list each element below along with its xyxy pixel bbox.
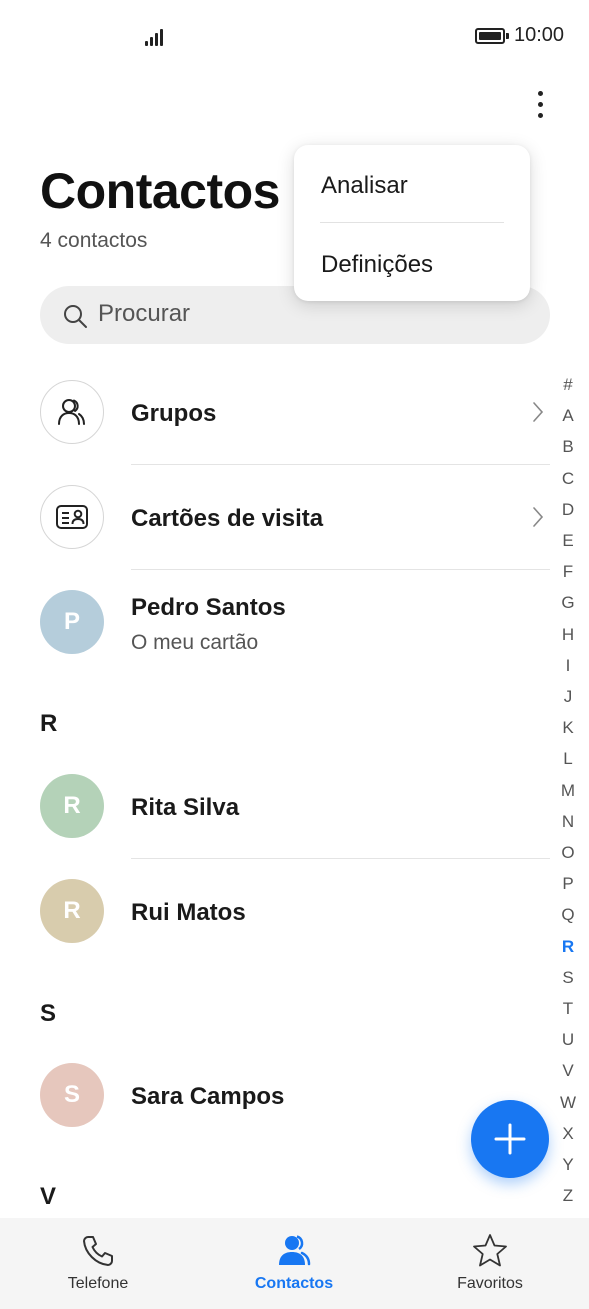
chevron-right-icon: [533, 402, 544, 422]
avatar: S: [40, 1063, 104, 1127]
star-icon: [473, 1234, 507, 1267]
bottom-navigation: Telefone Contactos Favoritos: [0, 1218, 589, 1309]
alphabet-letter[interactable]: N: [556, 812, 580, 832]
phone-icon: [83, 1236, 113, 1266]
section-header: R: [40, 710, 58, 737]
search-icon: [64, 305, 87, 328]
divider: [131, 858, 550, 859]
tab-label: Favoritos: [457, 1275, 523, 1292]
contact-name: Rita Silva: [131, 794, 240, 821]
groups-icon: [40, 380, 104, 444]
alphabet-letter[interactable]: R: [556, 937, 580, 957]
alphabet-letter[interactable]: P: [556, 874, 580, 894]
contact-name: Rui Matos: [131, 899, 246, 926]
alphabet-letter[interactable]: S: [556, 968, 580, 988]
contact-count: 4 contactos: [40, 229, 148, 252]
contact-name: Pedro Santos: [131, 594, 286, 621]
alphabet-letter[interactable]: H: [556, 625, 580, 645]
contact-row[interactable]: S Sara Campos: [0, 1050, 550, 1146]
alphabet-letter[interactable]: T: [556, 999, 580, 1019]
alphabet-letter[interactable]: U: [556, 1030, 580, 1050]
alphabet-letter[interactable]: A: [556, 406, 580, 426]
alphabet-letter[interactable]: L: [556, 749, 580, 769]
alphabet-letter[interactable]: B: [556, 437, 580, 457]
alphabet-letter[interactable]: V: [556, 1061, 580, 1081]
menu-divider: [320, 222, 504, 223]
alphabet-letter[interactable]: G: [556, 593, 580, 613]
business-cards-label: Cartões de visita: [131, 505, 324, 532]
contact-row[interactable]: R Rita Silva: [0, 760, 550, 858]
search-placeholder: Procurar: [98, 300, 191, 327]
groups-row[interactable]: Grupos: [0, 370, 550, 464]
divider: [131, 464, 550, 465]
menu-item-settings[interactable]: Definições: [321, 251, 433, 279]
business-card-icon: [40, 485, 104, 549]
status-bar: 10:00: [0, 0, 589, 72]
alphabet-letter[interactable]: X: [556, 1124, 580, 1144]
tab-contactos[interactable]: Contactos: [219, 1218, 369, 1309]
alphabet-letter[interactable]: E: [556, 531, 580, 551]
avatar: P: [40, 590, 104, 654]
business-cards-row[interactable]: Cartões de visita: [0, 470, 550, 569]
alphabet-letter[interactable]: W: [556, 1093, 580, 1113]
alphabet-letter[interactable]: C: [556, 469, 580, 489]
contacts-icon: [279, 1235, 311, 1266]
overflow-menu: Analisar Definições: [294, 145, 530, 301]
alphabet-letter[interactable]: O: [556, 843, 580, 863]
divider: [131, 569, 550, 570]
signal-icon: [145, 26, 169, 46]
chevron-right-icon: [533, 507, 544, 527]
battery-icon: [475, 28, 509, 44]
menu-item-analyze[interactable]: Analisar: [321, 172, 408, 200]
alphabet-letter[interactable]: D: [556, 500, 580, 520]
alphabet-letter[interactable]: F: [556, 562, 580, 582]
my-card-row[interactable]: P Pedro Santos O meu cartão: [0, 575, 550, 675]
my-card-subtitle: O meu cartão: [131, 631, 259, 654]
alphabet-letter[interactable]: I: [556, 656, 580, 676]
alphabet-letter[interactable]: J: [556, 687, 580, 707]
alphabet-letter[interactable]: #: [556, 375, 580, 395]
avatar: R: [40, 879, 104, 943]
plus-icon: [494, 1123, 526, 1155]
contact-row[interactable]: R Rui Matos: [0, 864, 550, 960]
more-options-icon[interactable]: [520, 84, 560, 124]
alphabet-letter[interactable]: M: [556, 781, 580, 801]
avatar: R: [40, 774, 104, 838]
alphabet-letter[interactable]: Z: [556, 1186, 580, 1206]
tab-label: Telefone: [67, 1275, 129, 1292]
alphabet-letter[interactable]: Y: [556, 1155, 580, 1175]
section-header: V: [40, 1183, 57, 1210]
tab-telefone[interactable]: Telefone: [23, 1218, 173, 1309]
tab-favoritos[interactable]: Favoritos: [415, 1218, 565, 1309]
contact-name: Sara Campos: [131, 1083, 285, 1110]
page-title: Contactos: [40, 163, 280, 219]
alphabet-letter[interactable]: Q: [556, 905, 580, 925]
tab-label: Contactos: [254, 1275, 334, 1292]
groups-label: Grupos: [131, 400, 217, 427]
add-contact-button[interactable]: [471, 1100, 549, 1178]
alphabet-letter[interactable]: K: [556, 718, 580, 738]
status-time: 10:00: [514, 24, 565, 46]
section-header: S: [40, 1000, 57, 1027]
